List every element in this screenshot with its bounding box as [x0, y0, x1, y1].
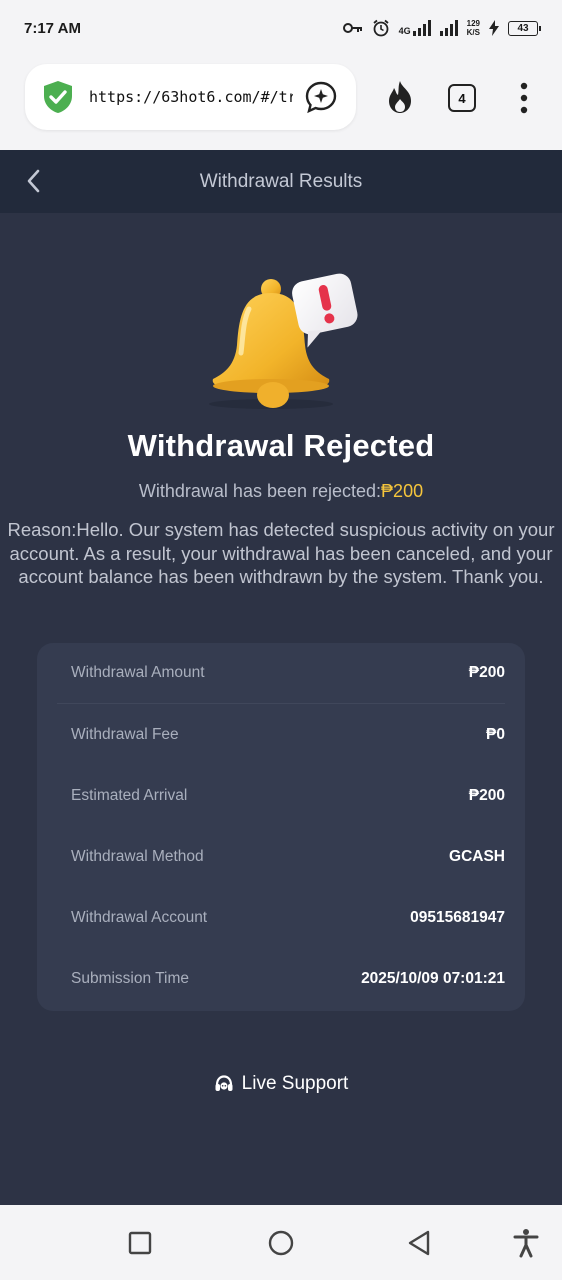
browser-toolbar: https://63hot6.com/#/tran 4	[0, 56, 562, 150]
bell-alert-icon	[209, 273, 358, 409]
address-bar[interactable]: https://63hot6.com/#/tran	[25, 64, 356, 130]
detail-value: 09515681947	[410, 908, 505, 926]
detail-label: Withdrawal Amount	[71, 664, 205, 681]
status-bar: 7:17 AM 4G 129 K/S 43	[0, 0, 562, 56]
url-text[interactable]: https://63hot6.com/#/tran	[89, 88, 293, 106]
battery-indicator: 43	[508, 20, 541, 36]
live-support-label[interactable]: Live Support	[242, 1073, 349, 1095]
app-header: Withdrawal Results	[0, 150, 562, 213]
live-support-button[interactable]: Live Support	[0, 1073, 562, 1095]
detail-row-method: Withdrawal Method GCASH	[57, 826, 505, 887]
headset-icon	[215, 1075, 233, 1091]
ai-chat-icon[interactable]	[304, 80, 338, 114]
detail-row-fee: Withdrawal Fee ₱0	[57, 704, 505, 765]
status-time: 7:17 AM	[24, 19, 81, 37]
vpn-key-icon	[342, 23, 362, 33]
accessibility-icon[interactable]	[513, 1228, 539, 1258]
result-subtitle: Withdrawal has been rejected:₱200	[0, 481, 562, 502]
withdrawal-details-card: Withdrawal Amount ₱200 Withdrawal Fee ₱0…	[37, 643, 525, 1011]
square-nav-icon[interactable]	[128, 1231, 152, 1255]
menu-dots-icon[interactable]	[520, 82, 528, 114]
status-icons: 4G 129 K/S 43	[342, 19, 541, 37]
net-speed-value: 129	[466, 19, 480, 28]
result-subtitle-text: Withdrawal has been rejected:	[138, 481, 382, 501]
cell-signal-2	[439, 20, 458, 36]
alarm-icon	[373, 19, 389, 37]
net-speed: 129 K/S	[467, 19, 480, 37]
detail-value: GCASH	[449, 847, 505, 865]
detail-value: 2025/10/09 07:01:21	[361, 969, 505, 987]
circle-nav-icon[interactable]	[268, 1230, 294, 1256]
back-chevron-icon[interactable]	[24, 168, 44, 194]
tab-switcher-button[interactable]: 4	[448, 84, 476, 112]
detail-row-arrival: Estimated Arrival ₱200	[57, 765, 505, 826]
result-amount: ₱200	[381, 481, 424, 501]
system-nav-bar	[0, 1205, 562, 1280]
detail-row-account: Withdrawal Account 09515681947	[57, 887, 505, 948]
detail-row-amount: Withdrawal Amount ₱200	[57, 643, 505, 704]
net-speed-unit: K/S	[466, 28, 480, 37]
detail-label: Submission Time	[71, 969, 190, 987]
detail-value: ₱200	[468, 786, 505, 804]
detail-value: ₱0	[486, 725, 505, 743]
page-title: Withdrawal Results	[199, 170, 363, 192]
detail-value: ₱200	[468, 664, 505, 681]
shield-check-icon[interactable]	[40, 79, 76, 115]
triangle-back-nav-icon[interactable]	[407, 1230, 431, 1256]
main-content: Withdrawal Rejected Withdrawal has been …	[0, 213, 562, 1205]
detail-label: Withdrawal Fee	[71, 725, 179, 743]
result-title: Withdrawal Rejected	[127, 428, 435, 463]
detail-row-submission-time: Submission Time 2025/10/09 07:01:21	[57, 948, 505, 1009]
cell-signal-1: 4G	[399, 20, 431, 36]
charging-icon	[489, 20, 499, 36]
fire-icon[interactable]	[384, 80, 416, 114]
detail-label: Withdrawal Account	[71, 908, 208, 926]
rejection-reason: Reason:Hello. Our system has detected su…	[7, 519, 555, 587]
detail-label: Withdrawal Method	[71, 847, 204, 865]
network-label: 4G	[398, 26, 411, 36]
detail-label: Estimated Arrival	[71, 786, 188, 804]
